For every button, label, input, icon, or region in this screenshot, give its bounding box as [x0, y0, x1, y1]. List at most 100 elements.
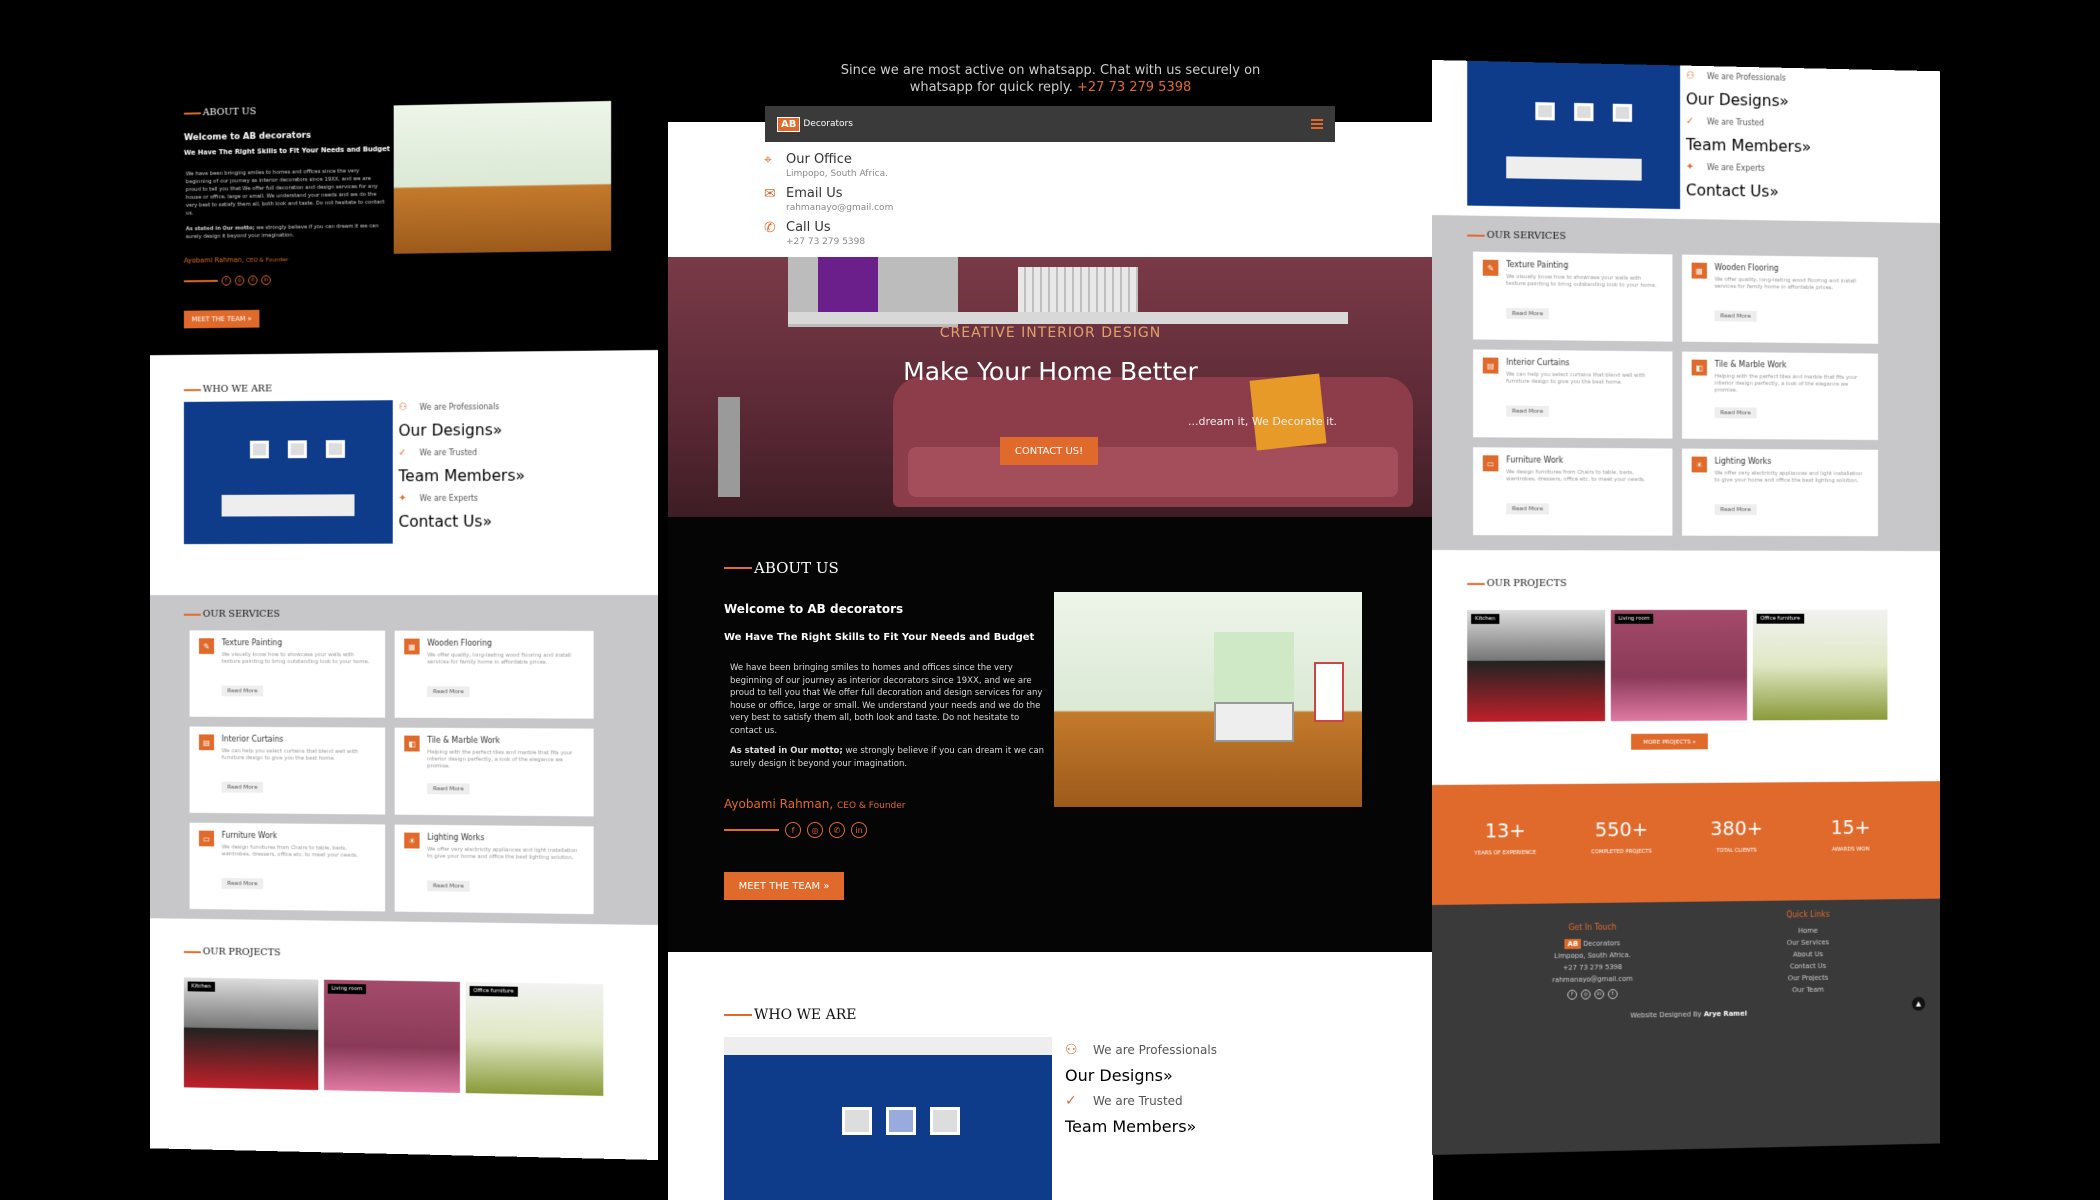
project-card[interactable]: Kitchen: [183, 977, 319, 1091]
instagram-icon[interactable]: ◎: [807, 822, 823, 838]
read-more-button[interactable]: Read More: [427, 880, 470, 892]
about-subhead: We Have The Right Skills to Fit Your Nee…: [724, 632, 1035, 643]
contact-us-link[interactable]: Contact Us»: [1686, 180, 1811, 201]
footer-link[interactable]: Our Team: [1751, 985, 1865, 995]
whatsapp-icon[interactable]: ✆: [829, 822, 845, 838]
navbar: AB Decorators: [765, 106, 1335, 142]
facebook-icon[interactable]: f: [1567, 989, 1578, 1000]
about-heading: ABOUT US: [183, 106, 256, 118]
project-card[interactable]: Office furniture: [1752, 609, 1888, 721]
projects-section: OUR PROJECTS Kitchen Living room Office …: [1432, 550, 1941, 785]
footer: Get In Touch AB Decorators Limpopo, Sout…: [1432, 898, 1941, 1155]
contact-phone[interactable]: ✆ Call Us +27 73 279 5398: [764, 220, 893, 247]
footer-logo[interactable]: AB Decorators: [1520, 938, 1665, 950]
facebook-icon[interactable]: f: [785, 822, 801, 838]
footer-contact: Get In Touch AB Decorators Limpopo, Sout…: [1520, 922, 1665, 1005]
project-card[interactable]: Living room: [323, 979, 460, 1093]
contact-email[interactable]: ✉ Email Us rahmanayo@gmail.com: [764, 186, 893, 213]
who-we-are-section: WHO WE ARE ⚇ We are Professionals Our Des…: [150, 350, 658, 596]
more-projects-button[interactable]: MORE PROJECTS »: [1631, 733, 1708, 750]
contact-us-button[interactable]: CONTACT US!: [1000, 437, 1098, 465]
email-icon: ✉: [764, 186, 776, 202]
whatsapp-phone-link[interactable]: +27 73 279 5398: [1077, 80, 1191, 95]
who-image: [1467, 60, 1681, 210]
about-welcome: Welcome to AB decorators: [183, 130, 312, 144]
footer-link[interactable]: Home: [1751, 926, 1865, 935]
phone-icon: ✆: [764, 220, 776, 236]
professional-icon: ⚇: [1685, 70, 1695, 82]
linkedin-icon[interactable]: in: [1594, 989, 1605, 1000]
footer-link[interactable]: About Us: [1751, 950, 1865, 960]
who-we-are-section: ⚇ We are Professionals Our Designs» ✓ We a…: [1432, 60, 1941, 224]
contact-us-link[interactable]: Contact Us»: [398, 511, 524, 531]
team-members-link[interactable]: Team Members»: [1686, 135, 1811, 156]
read-more-button[interactable]: Read More: [1714, 504, 1757, 516]
footer-credit: Website Designed By Arye Ramel: [1630, 1009, 1747, 1020]
location-icon: ⌖: [764, 152, 772, 168]
meet-team-button[interactable]: MEET THE TEAM »: [183, 309, 260, 329]
professional-icon: ⚇: [1065, 1042, 1078, 1058]
who-we-are-section: WHO WE ARE ⚇ We are Professionals Our Des…: [668, 952, 1433, 1200]
team-members-link[interactable]: Team Members»: [398, 466, 524, 485]
service-card: ▤ Interior Curtains We can help you select…: [189, 726, 386, 815]
who-item: ⚇ We are Professionals: [398, 402, 500, 414]
footer-link[interactable]: Our Projects: [1751, 973, 1865, 983]
who-item: ✦ We are Experts: [398, 493, 479, 505]
curtain-icon: ▤: [198, 734, 215, 751]
meet-team-button[interactable]: MEET THE TEAM »: [724, 872, 844, 900]
services-section: OUR SERVICES ✎ Texture Painting We visuall…: [150, 595, 658, 925]
linkedin-icon[interactable]: in: [261, 275, 271, 286]
our-designs-link[interactable]: Our Designs»: [1065, 1066, 1217, 1085]
our-designs-link[interactable]: Our Designs»: [1686, 89, 1811, 110]
linkedin-icon[interactable]: in: [851, 822, 867, 838]
read-more-button[interactable]: Read More: [427, 686, 470, 698]
service-card: ▤ Interior Curtains We can help you select…: [1473, 349, 1673, 439]
instagram-icon[interactable]: ◎: [234, 275, 245, 286]
facebook-icon[interactable]: f: [221, 275, 232, 286]
our-designs-link[interactable]: Our Designs»: [398, 420, 524, 440]
services-heading: OUR SERVICES: [1467, 230, 1566, 242]
footer-link[interactable]: Contact Us: [1751, 961, 1865, 971]
check-circle-icon: ✓: [1685, 116, 1694, 128]
menu-icon[interactable]: [1311, 119, 1323, 129]
read-more-button[interactable]: Read More: [221, 877, 264, 890]
about-author: Ayobami Rahman, CEO & Founder: [183, 255, 289, 265]
read-more-button[interactable]: Read More: [1714, 310, 1757, 322]
twitter-icon[interactable]: t: [1607, 989, 1618, 1000]
service-card: ▦ Wooden Flooring We offer quality, long-l…: [394, 630, 594, 719]
who-item: ✓ We are Trusted: [398, 447, 478, 459]
about-image: [1054, 592, 1362, 807]
read-more-button[interactable]: Read More: [221, 685, 264, 697]
furniture-icon: ▭: [1482, 455, 1499, 472]
read-more-button[interactable]: Read More: [1714, 407, 1757, 419]
about-author: Ayobami Rahman, CEO & Founder: [724, 797, 906, 811]
project-card[interactable]: Office furniture: [465, 981, 604, 1096]
expert-icon: ✦: [1685, 161, 1694, 173]
projects-heading: OUR PROJECTS: [183, 946, 281, 958]
about-section: ABOUT US Welcome to AB decorators We Hav…: [150, 80, 658, 356]
site-logo[interactable]: AB Decorators: [777, 116, 853, 132]
social-links: f ◎ ✆ in: [183, 275, 271, 286]
services-heading: OUR SERVICES: [183, 609, 280, 620]
project-card[interactable]: Living room: [1610, 609, 1748, 722]
social-links: f ◎ ✆ in: [724, 822, 867, 838]
flooring-icon: ▦: [404, 638, 420, 655]
read-more-button[interactable]: Read More: [427, 783, 470, 795]
service-card: ◧ Tile & Marble Work Helping with the perf…: [1682, 351, 1879, 440]
read-more-button[interactable]: Read More: [1506, 503, 1549, 515]
team-members-link[interactable]: Team Members»: [1065, 1117, 1217, 1136]
read-more-button[interactable]: Read More: [221, 781, 264, 793]
project-card[interactable]: Kitchen: [1467, 609, 1606, 722]
instagram-icon[interactable]: ◎: [1580, 989, 1591, 1000]
stat-item: 13+ YEARS OF EXPERIENCE: [1474, 818, 1536, 857]
main-page-preview: Since we are most active on whatsapp. Ch…: [668, 0, 1433, 1200]
read-more-button[interactable]: Read More: [1506, 307, 1549, 320]
read-more-button[interactable]: Read More: [1506, 405, 1549, 417]
footer-link[interactable]: Our Services: [1751, 938, 1865, 948]
who-heading: WHO WE ARE: [183, 383, 272, 395]
whatsapp-icon[interactable]: ✆: [248, 275, 258, 286]
mockup-stage: ABOUT US Welcome to AB decorators We Hav…: [0, 0, 2100, 1200]
service-card: ◧ Tile & Marble Work Helping with the perf…: [394, 727, 594, 817]
hero-banner: CREATIVE INTERIOR DESIGN Make Your Home …: [668, 257, 1433, 517]
stat-item: 550+ COMPLETED PROJECTS: [1591, 817, 1652, 856]
